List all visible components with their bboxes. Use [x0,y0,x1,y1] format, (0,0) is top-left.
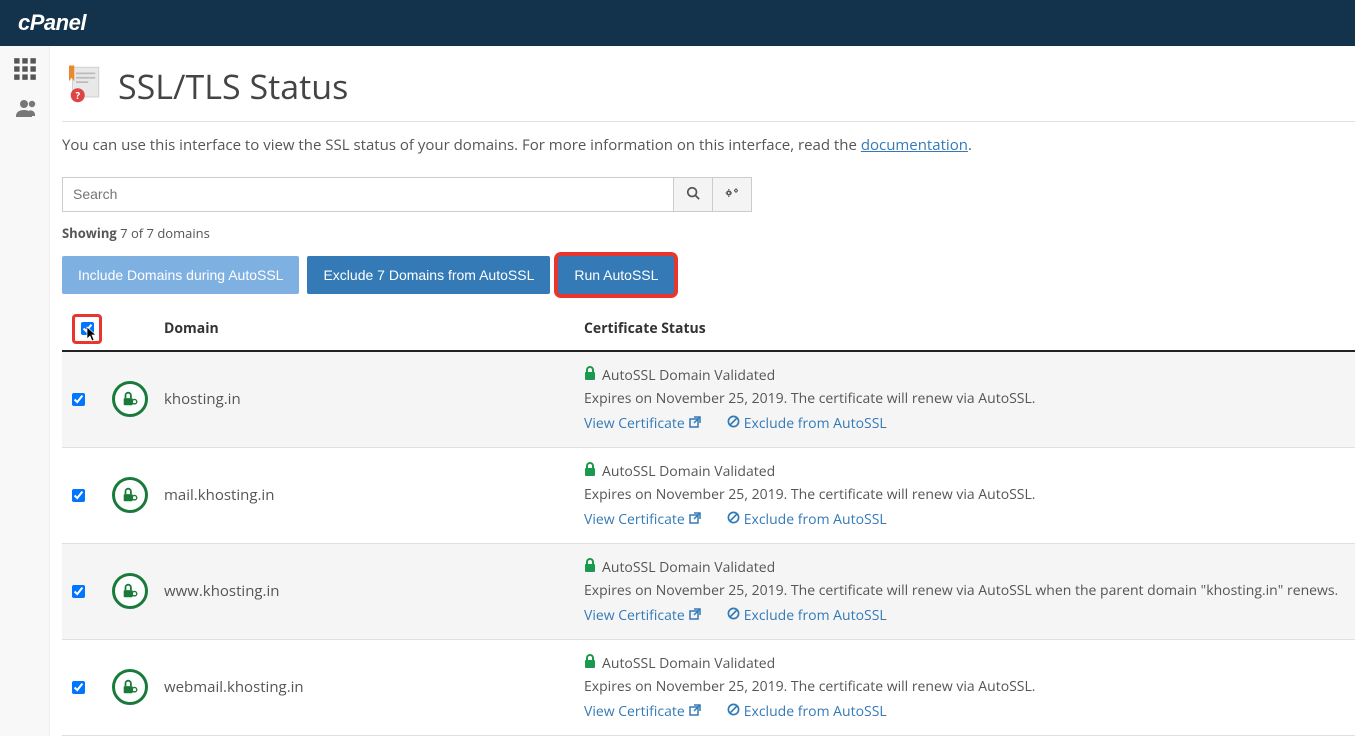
exclude-from-autossl-link[interactable]: Exclude from AutoSSL [727,606,887,625]
table-header: Domain Certificate Status [62,308,1355,352]
lock-icon [584,558,596,577]
row-checkbox[interactable] [72,393,85,406]
row-checkbox[interactable] [72,681,85,694]
exclude-from-autossl-link[interactable]: Exclude from AutoSSL [727,414,887,433]
lock-icon [584,462,596,481]
domain-name: webmail.khosting.in [164,677,584,697]
page-header: ? SSL/TLS Status [62,58,1355,121]
ssl-status-icon [112,477,148,513]
page-title: SSL/TLS Status [118,63,348,109]
certificate-ribbon-icon: ? [62,62,104,109]
exclude-domains-button[interactable]: Exclude 7 Domains from AutoSSL [307,256,550,294]
expiry-text: Expires on November 25, 2019. The certif… [584,677,1345,696]
search-button[interactable] [673,177,713,212]
prohibit-icon [727,510,740,529]
documentation-link[interactable]: documentation [861,135,968,155]
search-input[interactable] [62,177,674,212]
external-link-icon [689,510,701,529]
exclude-from-autossl-link[interactable]: Exclude from AutoSSL [727,702,887,721]
settings-button[interactable] [712,177,752,212]
view-certificate-link[interactable]: View Certificate [584,414,701,433]
status-text: AutoSSL Domain Validated [602,366,775,385]
domain-name: www.khosting.in [164,581,584,601]
status-text: AutoSSL Domain Validated [602,654,775,673]
row-checkbox[interactable] [72,585,85,598]
search-icon [686,186,700,203]
sidebar [0,46,50,736]
view-certificate-link[interactable]: View Certificate [584,606,701,625]
prohibit-icon [727,606,740,625]
gears-icon [724,186,740,203]
ssl-status-icon [112,573,148,609]
external-link-icon [689,414,701,433]
row-checkbox[interactable] [72,489,85,502]
cursor-arrow-icon [85,326,99,347]
select-all-highlight [72,314,102,344]
top-bar: cPanel [0,0,1355,46]
run-autossl-button[interactable]: Run AutoSSL [558,256,674,294]
showing-count: Showing 7 of 7 domains [62,224,1355,242]
view-certificate-link[interactable]: View Certificate [584,702,701,721]
status-text: AutoSSL Domain Validated [602,462,775,481]
exclude-from-autossl-link[interactable]: Exclude from AutoSSL [727,510,887,529]
include-domains-button[interactable]: Include Domains during AutoSSL [62,256,299,294]
brand-logo: cPanel [18,10,86,36]
ssl-status-icon [112,669,148,705]
table-row: webmail.khosting.in AutoSSL Domain Valid… [62,640,1355,736]
table-row: www.khosting.in AutoSSL Domain Validated… [62,544,1355,640]
column-status: Certificate Status [584,319,1345,338]
table-row: mail.khosting.in AutoSSL Domain Validate… [62,448,1355,544]
intro-text: You can use this interface to view the S… [62,134,1355,157]
table-row: khosting.in AutoSSL Domain Validated Exp… [62,352,1355,448]
external-link-icon [689,606,701,625]
prohibit-icon [727,414,740,433]
lock-icon [584,654,596,673]
expiry-text: Expires on November 25, 2019. The certif… [584,485,1345,504]
external-link-icon [689,702,701,721]
svg-text:?: ? [75,89,80,102]
expiry-text: Expires on November 25, 2019. The certif… [584,581,1345,600]
column-domain: Domain [164,319,584,338]
view-certificate-link[interactable]: View Certificate [584,510,701,529]
lock-icon [584,366,596,385]
status-text: AutoSSL Domain Validated [602,558,775,577]
expiry-text: Expires on November 25, 2019. The certif… [584,389,1345,408]
apps-grid-icon[interactable] [12,56,38,82]
users-icon[interactable] [12,96,38,122]
prohibit-icon [727,702,740,721]
domain-name: mail.khosting.in [164,485,584,505]
domain-name: khosting.in [164,389,584,409]
ssl-status-icon [112,381,148,417]
